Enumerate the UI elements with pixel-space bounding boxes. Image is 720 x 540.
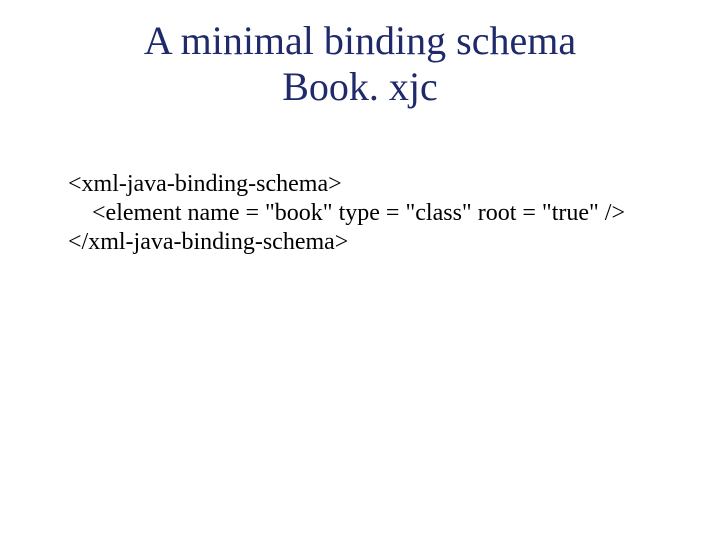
slide: A minimal binding schema Book. xjc <xml-… [0,0,720,540]
code-line-2: <element name = "book" type = "class" ro… [68,200,625,226]
code-line-1: <xml-java-binding-schema> [68,171,342,197]
title-line-2: Book. xjc [282,64,438,109]
code-line-3: </xml-java-binding-schema> [68,229,348,255]
slide-title: A minimal binding schema Book. xjc [0,0,720,110]
code-block: <xml-java-binding-schema> <element name … [0,110,720,256]
title-line-1: A minimal binding schema [144,18,576,63]
